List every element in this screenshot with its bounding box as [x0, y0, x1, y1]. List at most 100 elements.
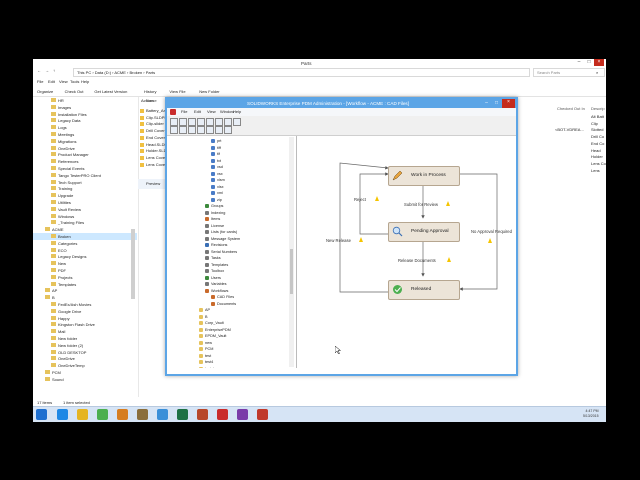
- paste-icon[interactable]: [215, 118, 223, 126]
- admin-menu-help[interactable]: Help: [233, 110, 241, 114]
- select-icon[interactable]: [170, 126, 178, 134]
- workflow-canvas[interactable]: Work in Process Pending Approval Release…: [300, 136, 512, 368]
- pdm-admin-icon[interactable]: [257, 409, 268, 420]
- nav-item[interactable]: Projects: [33, 274, 137, 281]
- admin-menu-file[interactable]: File: [181, 110, 187, 114]
- toolbar-get-latest-version[interactable]: Get Latest Version: [94, 89, 127, 94]
- file-explorer-icon[interactable]: [77, 409, 88, 420]
- transition-reject-label[interactable]: Reject: [354, 197, 366, 202]
- nav-item[interactable]: New folder: [33, 335, 137, 342]
- nav-item[interactable]: Kingston Flash Drive: [33, 321, 137, 328]
- pdm-admin-window[interactable]: SOLIDWORKS Enterprise PDM Administration…: [165, 97, 518, 376]
- nav-item[interactable]: ECO: [33, 247, 137, 254]
- menu-item-tools[interactable]: Tools: [70, 80, 79, 84]
- nav-item[interactable]: Training: [33, 185, 137, 192]
- refresh-icon[interactable]: [224, 126, 232, 134]
- powerpoint-icon[interactable]: [197, 409, 208, 420]
- nav-item[interactable]: PDF: [33, 267, 137, 274]
- app-icon[interactable]: [137, 409, 148, 420]
- zoom-fit-icon[interactable]: [206, 126, 214, 134]
- zoom-out-icon[interactable]: [197, 126, 205, 134]
- transition-release-label[interactable]: Release Documents: [398, 258, 436, 263]
- chrome-icon[interactable]: [97, 409, 108, 420]
- start-icon[interactable]: [36, 409, 47, 420]
- nav-item[interactable]: Legacy Designs: [33, 253, 137, 260]
- column-header-checked-out[interactable]: Checked Out In: [557, 107, 585, 111]
- maximize-icon[interactable]: □: [584, 59, 594, 66]
- nav-item[interactable]: Templates: [33, 281, 137, 288]
- nav-item[interactable]: Legacy Data: [33, 117, 137, 124]
- address-bar[interactable]: This PC › Data (D:) › ACME › Broken › Pa…: [73, 68, 530, 77]
- help-icon[interactable]: [233, 118, 241, 126]
- nav-item[interactable]: Categories: [33, 240, 137, 247]
- cut-icon[interactable]: [197, 118, 205, 126]
- ie-icon[interactable]: [57, 409, 68, 420]
- nav-item[interactable]: OneDrive: [33, 145, 137, 152]
- nav-item[interactable]: OneDrive: [33, 355, 137, 362]
- search-input[interactable]: Search Parts ⌕: [533, 68, 605, 77]
- onenote-icon[interactable]: [237, 409, 248, 420]
- nav-item[interactable]: Broken: [33, 233, 137, 240]
- transition-new-release-label[interactable]: New Release: [326, 238, 351, 243]
- copy-icon[interactable]: [206, 118, 214, 126]
- state-pending-approval[interactable]: Pending Approval: [388, 222, 460, 242]
- tree-item[interactable]: testvt: [167, 366, 287, 368]
- minimize-icon[interactable]: –: [574, 59, 584, 66]
- breadcrumb-item[interactable]: Parts: [146, 70, 155, 75]
- nav-item[interactable]: Utilities: [33, 199, 137, 206]
- back-icon[interactable]: ←: [37, 69, 41, 73]
- nav-item[interactable]: Windows: [33, 213, 137, 220]
- save-icon[interactable]: [188, 118, 196, 126]
- nav-item[interactable]: Tech Support: [33, 179, 137, 186]
- toolbar-view-file[interactable]: View File: [169, 89, 185, 94]
- breadcrumb-item[interactable]: ACME: [114, 70, 126, 75]
- toolbar-new-folder[interactable]: New Folder: [199, 89, 219, 94]
- menu-item-file[interactable]: File: [37, 80, 43, 84]
- admin-titlebar[interactable]: SOLIDWORKS Enterprise PDM Administration…: [167, 99, 516, 108]
- nav-item[interactable]: OneDriveTemp: [33, 362, 137, 369]
- nav-scrollbar[interactable]: [131, 229, 135, 299]
- tree-scroll-thumb[interactable]: [290, 249, 293, 294]
- nav-item[interactable]: New folder (2): [33, 342, 137, 349]
- admin-close-icon[interactable]: ×: [502, 99, 515, 108]
- toolbar-organize[interactable]: Organize: [37, 89, 53, 94]
- nav-item[interactable]: Installation Files: [33, 111, 137, 118]
- zoom-in-icon[interactable]: [188, 126, 196, 134]
- solidworks-icon[interactable]: [217, 409, 228, 420]
- nav-item[interactable]: Vault Review: [33, 206, 137, 213]
- transition-submit-label[interactable]: Submit for Review: [404, 202, 438, 207]
- nav-item[interactable]: Special Events: [33, 165, 137, 172]
- column-header-description[interactable]: Descrip: [591, 107, 605, 111]
- nav-item[interactable]: Tango TesterPRO Client: [33, 172, 137, 179]
- nav-item[interactable]: B: [33, 294, 137, 301]
- nav-item[interactable]: New: [33, 260, 137, 267]
- state-work-in-process[interactable]: Work in Process: [388, 166, 460, 186]
- pencil-icon[interactable]: [179, 126, 187, 134]
- admin-minimize-icon[interactable]: –: [482, 100, 491, 107]
- print-icon[interactable]: [224, 118, 232, 126]
- admin-menu-edit[interactable]: Edit: [194, 110, 201, 114]
- open-icon[interactable]: [179, 118, 187, 126]
- nav-item[interactable]: FedEx/Ash Movies: [33, 301, 137, 308]
- menu-item-view[interactable]: View: [59, 80, 68, 84]
- actions-label[interactable]: Actions: [141, 99, 154, 103]
- system-clock[interactable]: 4:47 PM 5/13/2015: [583, 409, 599, 418]
- nav-item[interactable]: ACME: [33, 226, 137, 233]
- menu-item-help[interactable]: Help: [81, 80, 89, 84]
- firefox-icon[interactable]: [117, 409, 128, 420]
- toolbar-history[interactable]: History: [144, 89, 156, 94]
- admin-maximize-icon[interactable]: □: [492, 100, 501, 107]
- nav-item[interactable]: PCM: [33, 369, 137, 376]
- nav-item[interactable]: Images: [33, 104, 137, 111]
- state-released[interactable]: Released: [388, 280, 460, 300]
- nav-item[interactable]: HR: [33, 97, 137, 104]
- nav-item[interactable]: Sound: [33, 376, 137, 383]
- media-icon[interactable]: [157, 409, 168, 420]
- pan-icon[interactable]: [215, 126, 223, 134]
- nav-item[interactable]: AP: [33, 287, 137, 294]
- nav-item[interactable]: Migrations: [33, 138, 137, 145]
- breadcrumb-item[interactable]: Broken: [130, 70, 143, 75]
- preview-tab[interactable]: Preview: [138, 179, 168, 189]
- nav-item[interactable]: Upgrade: [33, 192, 137, 199]
- nav-item[interactable]: Logs: [33, 124, 137, 131]
